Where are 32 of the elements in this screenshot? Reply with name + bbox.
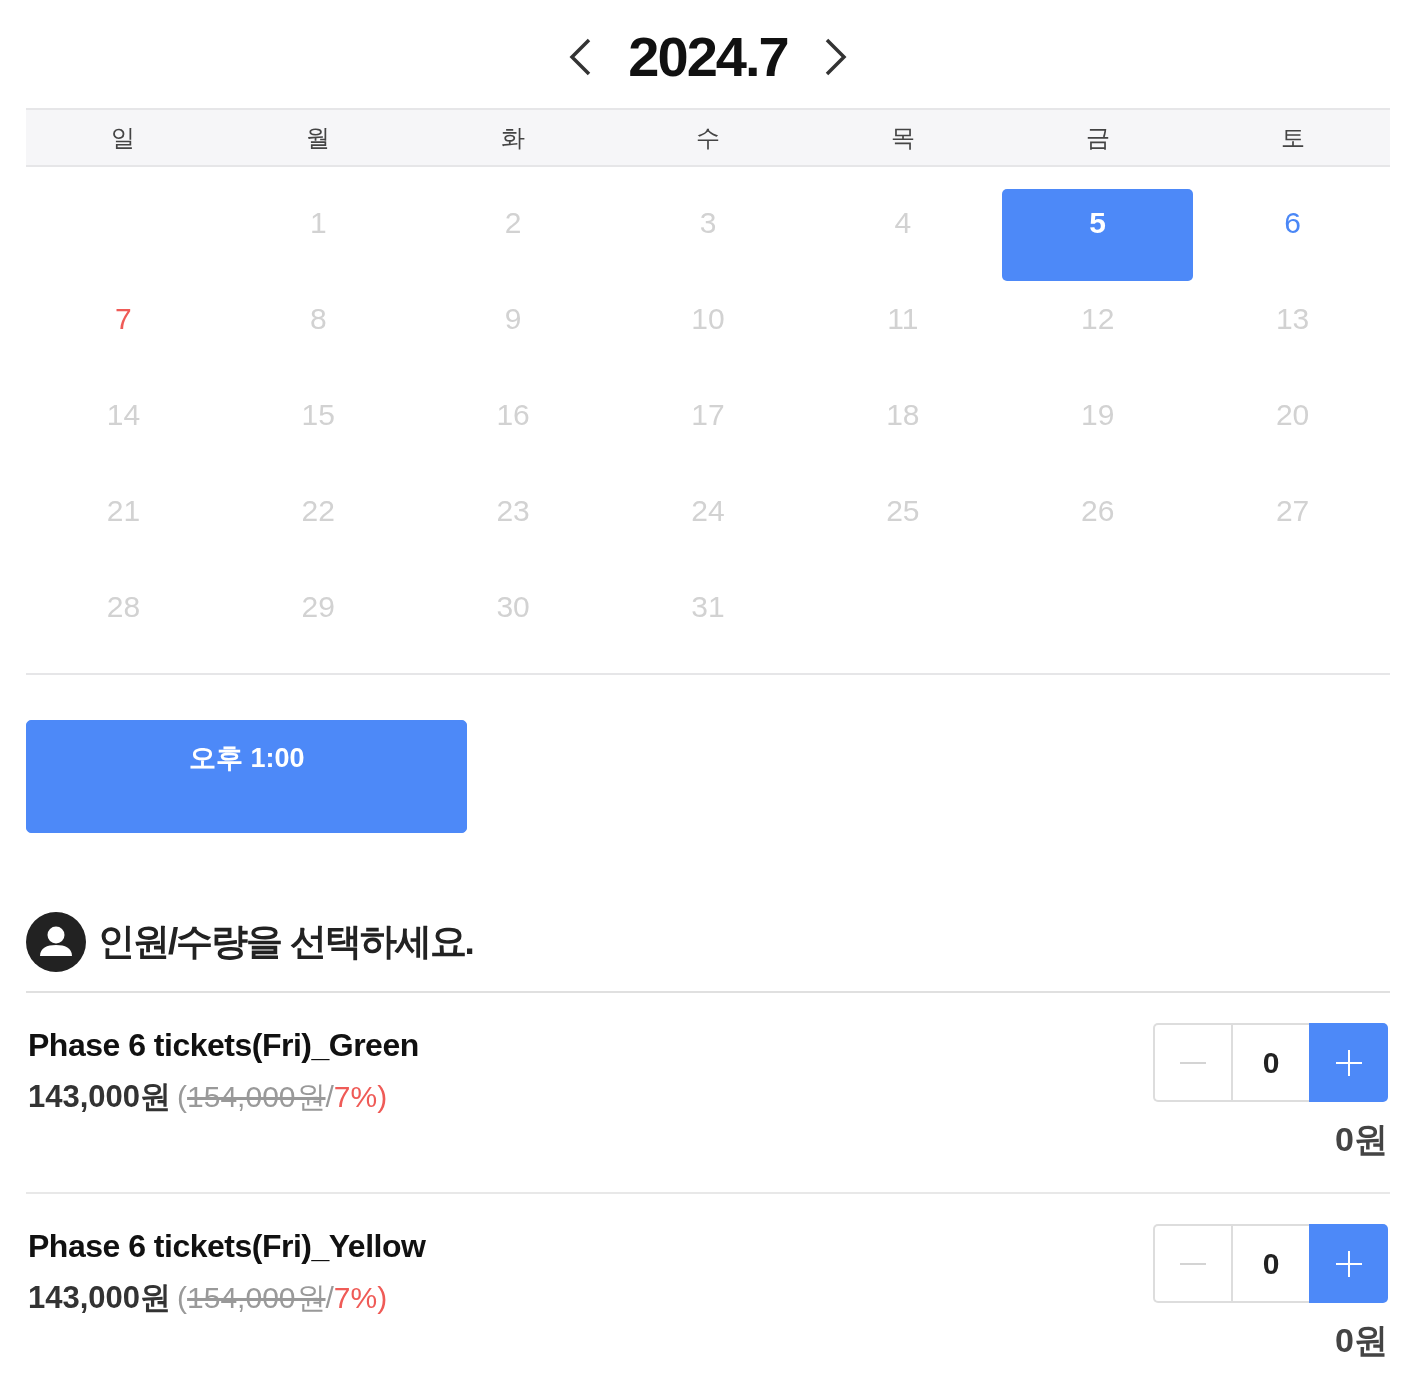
weekday-label: 수 — [696, 122, 720, 153]
prev-month-button[interactable] — [568, 37, 593, 77]
month-title: 2024.7 — [628, 25, 788, 89]
next-month-button[interactable] — [823, 37, 848, 77]
plus-icon — [1335, 1049, 1362, 1076]
weekday-label: 토 — [1280, 122, 1305, 153]
day-cell[interactable]: 6 — [1197, 189, 1388, 281]
person-icon — [26, 912, 86, 972]
ticket-price: 143,000원 — [28, 1279, 172, 1317]
chevron-right-icon — [823, 37, 848, 77]
day-cell[interactable]: 7 — [28, 285, 219, 377]
increase-button[interactable] — [1309, 1224, 1388, 1303]
minus-icon — [1180, 1061, 1206, 1064]
ticket-name: Phase 6 tickets(Fri)_Green — [28, 1026, 419, 1065]
discount-note: (154,000원/7%) — [177, 1079, 388, 1115]
ticket-name: Phase 6 tickets(Fri)_Yellow — [28, 1227, 426, 1266]
weekday-label: 월 — [306, 122, 331, 153]
chevron-left-icon — [568, 37, 593, 77]
weekday-label: 일 — [111, 122, 136, 153]
weekday-label: 목 — [890, 122, 915, 153]
plus-icon — [1335, 1250, 1362, 1277]
discount-note: (154,000원/7%) — [177, 1280, 388, 1316]
increase-button[interactable] — [1309, 1023, 1388, 1102]
section-title: 인원/수량을 선택하세요. — [98, 920, 473, 964]
weekday-label: 금 — [1085, 122, 1110, 153]
subtotal: 0원 — [1335, 1320, 1388, 1360]
weekday-label: 화 — [501, 122, 526, 153]
ticket-price: 143,000원 — [28, 1078, 172, 1116]
time-slot-button[interactable]: 오후 1:00 — [26, 720, 468, 833]
subtotal: 0원 — [1335, 1119, 1388, 1159]
minus-icon — [1180, 1262, 1206, 1265]
day-cell[interactable]: 5 — [1002, 189, 1194, 281]
